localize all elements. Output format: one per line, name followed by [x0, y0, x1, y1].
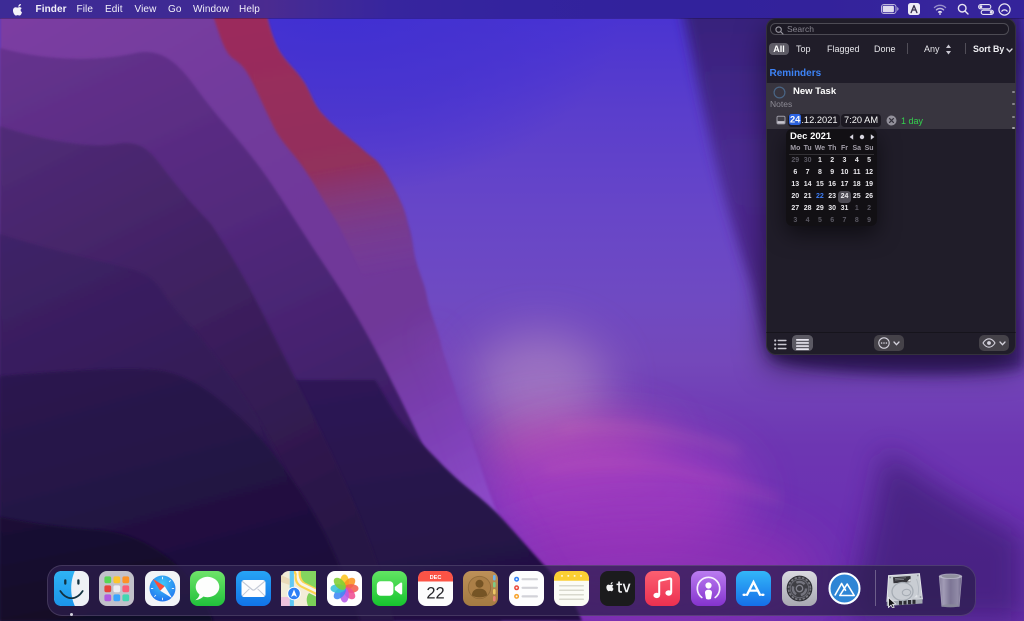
svg-text:22: 22	[426, 585, 444, 603]
svg-text:DEC: DEC	[429, 575, 441, 581]
